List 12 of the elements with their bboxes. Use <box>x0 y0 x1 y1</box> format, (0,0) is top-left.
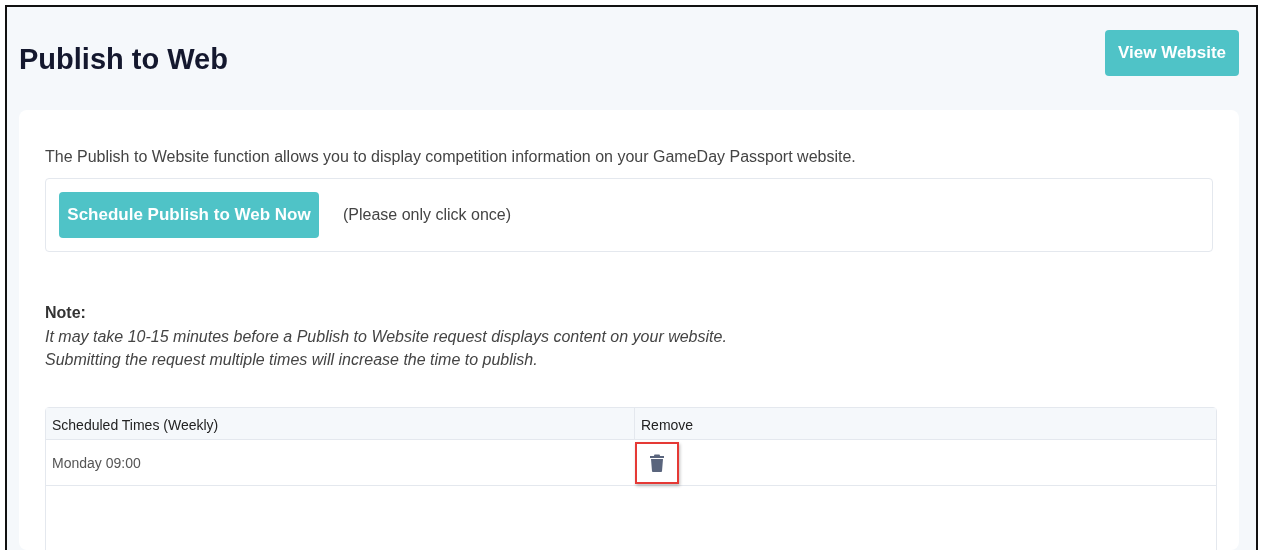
page-title: Publish to Web <box>19 42 228 76</box>
table-cell: Monday 09:00 <box>46 440 634 486</box>
note-line: It may take 10-15 minutes before a Publish to Website request displays content on your website. <box>45 327 728 347</box>
note-heading: Note: <box>45 304 87 322</box>
trash-icon[interactable] <box>650 453 664 472</box>
column-header: Scheduled Times (Weekly) <box>51 416 220 435</box>
intro-text: The Publish to Website function allows you to display competition information on your GameDay Passport website. <box>45 148 857 166</box>
note-line: Submitting the request multiple times will increase the time to publish. <box>45 350 539 370</box>
click-hint: (Please only click once) <box>343 206 512 224</box>
column-header: Remove <box>634 408 1216 439</box>
schedule-publish-button[interactable]: Schedule Publish to Web Now <box>59 192 319 238</box>
view-website-button[interactable]: View Website <box>1105 29 1239 76</box>
